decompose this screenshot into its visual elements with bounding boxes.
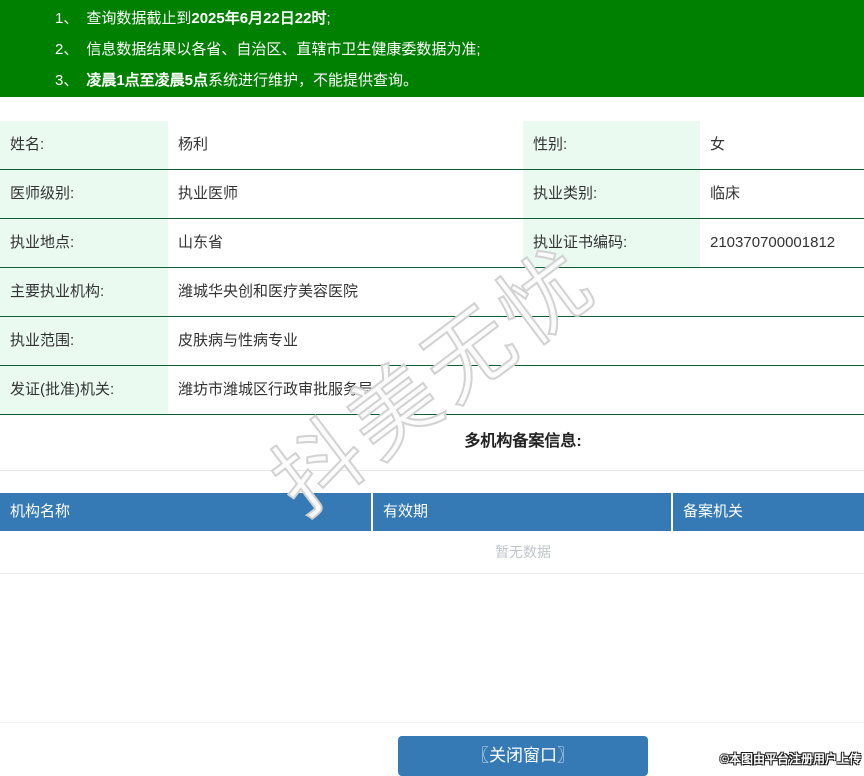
- field-value-gender: 女: [710, 136, 726, 153]
- column-header-institution-name: 机构名称: [0, 493, 373, 531]
- field-value-practice-category: 临床: [710, 185, 741, 202]
- table-row-name-gender: 姓名: 杨利 性别: 女: [0, 121, 864, 170]
- field-label-issuing-authority: 发证(批准)机关:: [0, 366, 168, 414]
- column-header-validity-period: 有效期: [373, 493, 673, 531]
- field-value-issuing-authority: 潍坊市潍城区行政审批服务局: [178, 381, 374, 398]
- field-value-main-institution: 潍城华央创和医疗美容医院: [178, 283, 359, 300]
- field-value-practice-location: 山东省: [178, 234, 224, 251]
- field-label-doctor-level: 医师级别:: [0, 170, 168, 218]
- field-value-practice-scope: 皮肤病与性病专业: [178, 332, 299, 349]
- field-label-practice-scope: 执业范围:: [0, 317, 168, 365]
- doctor-info-table: 姓名: 杨利 性别: 女 医师级别: 执业医师 执业类别: 临床 执业地点: 山…: [0, 121, 864, 415]
- field-label-main-institution: 主要执业机构:: [0, 268, 168, 316]
- column-header-filing-authority: 备案机关: [683, 503, 744, 520]
- field-value-certificate-number: 210370700001812: [710, 234, 836, 251]
- divider: [0, 722, 864, 723]
- field-value-doctor-level: 执业医师: [178, 185, 239, 202]
- table-row-location-certno: 执业地点: 山东省 执业证书编码: 210370700001812: [0, 219, 864, 268]
- close-window-button[interactable]: 〖关闭窗口〗: [398, 736, 648, 776]
- field-label-certificate-number: 执业证书编码:: [523, 219, 700, 267]
- multi-org-section-title: 多机构备案信息:: [464, 433, 582, 450]
- table-row-issuing-authority: 发证(批准)机关: 潍坊市潍城区行政审批服务局: [0, 366, 864, 415]
- divider: [0, 470, 864, 471]
- multi-org-table-header: 机构名称 有效期 备案机关: [0, 493, 864, 531]
- table-row-main-institution: 主要执业机构: 潍城华央创和医疗美容医院: [0, 268, 864, 317]
- field-label-gender: 性别:: [523, 121, 700, 169]
- table-row-practice-scope: 执业范围: 皮肤病与性病专业: [0, 317, 864, 366]
- field-label-name: 姓名:: [0, 121, 168, 169]
- upload-credit-text: ©本图由平台注册用户上传: [720, 752, 861, 766]
- result-panel: 姓名: 杨利 性别: 女 医师级别: 执业医师 执业类别: 临床 执业地点: 山…: [0, 0, 864, 776]
- divider: [0, 573, 864, 574]
- field-label-practice-category: 执业类别:: [523, 170, 700, 218]
- field-value-name: 杨利: [178, 136, 209, 153]
- empty-data-placeholder: 暂无数据: [495, 544, 551, 560]
- table-row-level-category: 医师级别: 执业医师 执业类别: 临床: [0, 170, 864, 219]
- field-label-practice-location: 执业地点:: [0, 219, 168, 267]
